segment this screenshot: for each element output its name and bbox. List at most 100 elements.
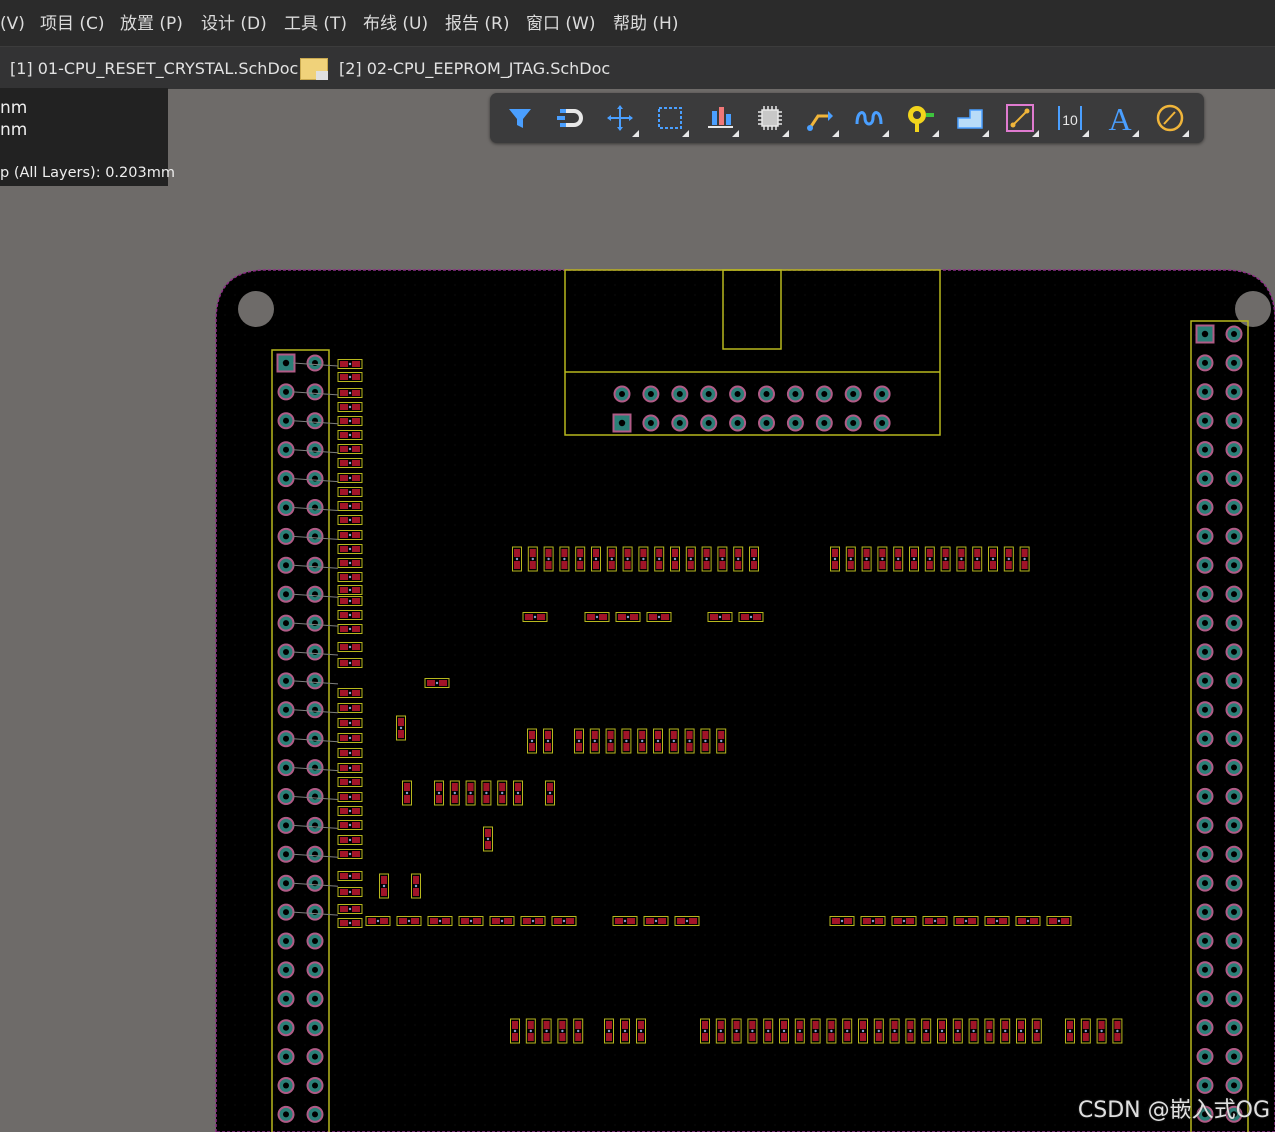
smd-pad	[575, 1021, 582, 1029]
filter-button[interactable]	[500, 98, 540, 138]
smd-pad	[1098, 1021, 1105, 1029]
smd-pad	[340, 546, 348, 552]
smd-pad	[863, 549, 870, 557]
smd-pad	[718, 743, 725, 751]
pad-hole	[1202, 793, 1208, 800]
svg-text:10: 10	[1062, 112, 1078, 128]
align-button[interactable]	[700, 98, 740, 138]
smd-center-mark	[348, 736, 352, 740]
smd-center-mark	[688, 739, 691, 743]
smd-pad	[473, 918, 481, 924]
smd-pad	[638, 1033, 644, 1041]
pad-hole	[1202, 475, 1208, 482]
smd-center-mark	[348, 575, 352, 579]
smd-pad	[368, 918, 376, 924]
smd-pad	[974, 549, 981, 557]
pad-hole	[283, 995, 289, 1002]
polygon-button[interactable]	[950, 98, 990, 138]
smd-pad	[832, 561, 838, 569]
smd-pad	[352, 705, 360, 711]
smd-pad	[968, 918, 976, 924]
smd-center-mark	[623, 1029, 627, 1033]
pad-hole	[283, 880, 289, 887]
smd-pad	[436, 783, 442, 791]
smd-pad	[1114, 1033, 1121, 1041]
smd-pad	[954, 1021, 961, 1029]
smd-center-mark	[626, 615, 630, 619]
smd-pad	[1021, 561, 1028, 569]
smd-pad	[1098, 1033, 1105, 1041]
pad-hole	[1202, 620, 1208, 626]
dimension-button[interactable]: 10	[1050, 98, 1090, 138]
snap-button[interactable]	[550, 98, 590, 138]
smd-pad	[863, 918, 871, 924]
smd-pad	[529, 549, 536, 557]
smd-pad	[639, 743, 646, 751]
smd-pad	[879, 561, 886, 569]
smd-center-mark	[562, 919, 566, 923]
smd-pad	[608, 561, 615, 569]
smd-pad	[954, 1033, 961, 1041]
smd-pad	[907, 1021, 914, 1029]
smd-pad	[627, 918, 635, 924]
smd-center-mark	[840, 919, 844, 923]
smd-center-mark	[972, 1029, 975, 1033]
pcb-canvas[interactable]	[0, 0, 1275, 1132]
smd-center-mark	[639, 1029, 643, 1033]
pad-hole	[283, 966, 289, 973]
smd-center-mark	[348, 706, 352, 710]
smd-pad	[523, 918, 531, 924]
smd-pad	[352, 851, 360, 857]
pad-hole	[821, 420, 828, 426]
smd-center-mark	[1116, 1029, 1119, 1033]
smd-pad	[606, 1021, 612, 1029]
smd-pad	[352, 418, 360, 424]
smd-pad	[340, 460, 348, 466]
smd-pad	[485, 841, 491, 849]
smd-center-mark	[348, 588, 352, 592]
smd-center-mark	[751, 1029, 754, 1033]
smd-center-mark	[1023, 557, 1026, 561]
select-button[interactable]	[650, 98, 690, 138]
smd-pad	[427, 680, 435, 686]
pad-hole	[1231, 822, 1237, 829]
component-button[interactable]	[750, 98, 790, 138]
dimension-line-button[interactable]	[1000, 98, 1040, 138]
smd-center-mark	[348, 907, 352, 911]
smd-center-mark	[348, 433, 352, 437]
smd-pad	[352, 765, 360, 771]
pad-hole	[283, 822, 289, 829]
smd-pad	[340, 418, 348, 424]
smd-center-mark	[944, 557, 947, 561]
smd-pad	[499, 783, 506, 791]
smd-pad	[543, 1021, 550, 1029]
pad-hole	[705, 391, 712, 397]
mounting-hole	[238, 291, 274, 327]
smd-center-mark	[956, 1029, 959, 1033]
length-tuning-button[interactable]	[850, 98, 890, 138]
route-button[interactable]	[800, 98, 840, 138]
smd-pad	[710, 614, 718, 620]
smd-pad	[352, 361, 360, 367]
smd-pad	[1067, 1021, 1073, 1029]
pad-hole	[283, 1024, 289, 1031]
pad-hole	[1202, 359, 1208, 366]
smd-pad	[1002, 1021, 1009, 1029]
move-button[interactable]	[600, 98, 640, 138]
via-button[interactable]	[900, 98, 940, 138]
pad-hole	[283, 533, 289, 540]
smd-pad	[340, 390, 348, 396]
smd-pad	[545, 743, 551, 751]
smd-pad	[686, 731, 693, 739]
smd-pad	[655, 731, 661, 739]
smd-pad	[607, 731, 614, 739]
smd-pad	[566, 918, 574, 924]
smd-center-mark	[376, 919, 380, 923]
pad-hole	[763, 391, 770, 397]
arc-button[interactable]	[1150, 98, 1190, 138]
smd-pad	[615, 918, 623, 924]
smd-pad	[340, 779, 348, 785]
smd-pad	[1018, 1021, 1024, 1029]
string-button[interactable]: A	[1100, 98, 1140, 138]
smd-center-mark	[435, 681, 439, 685]
